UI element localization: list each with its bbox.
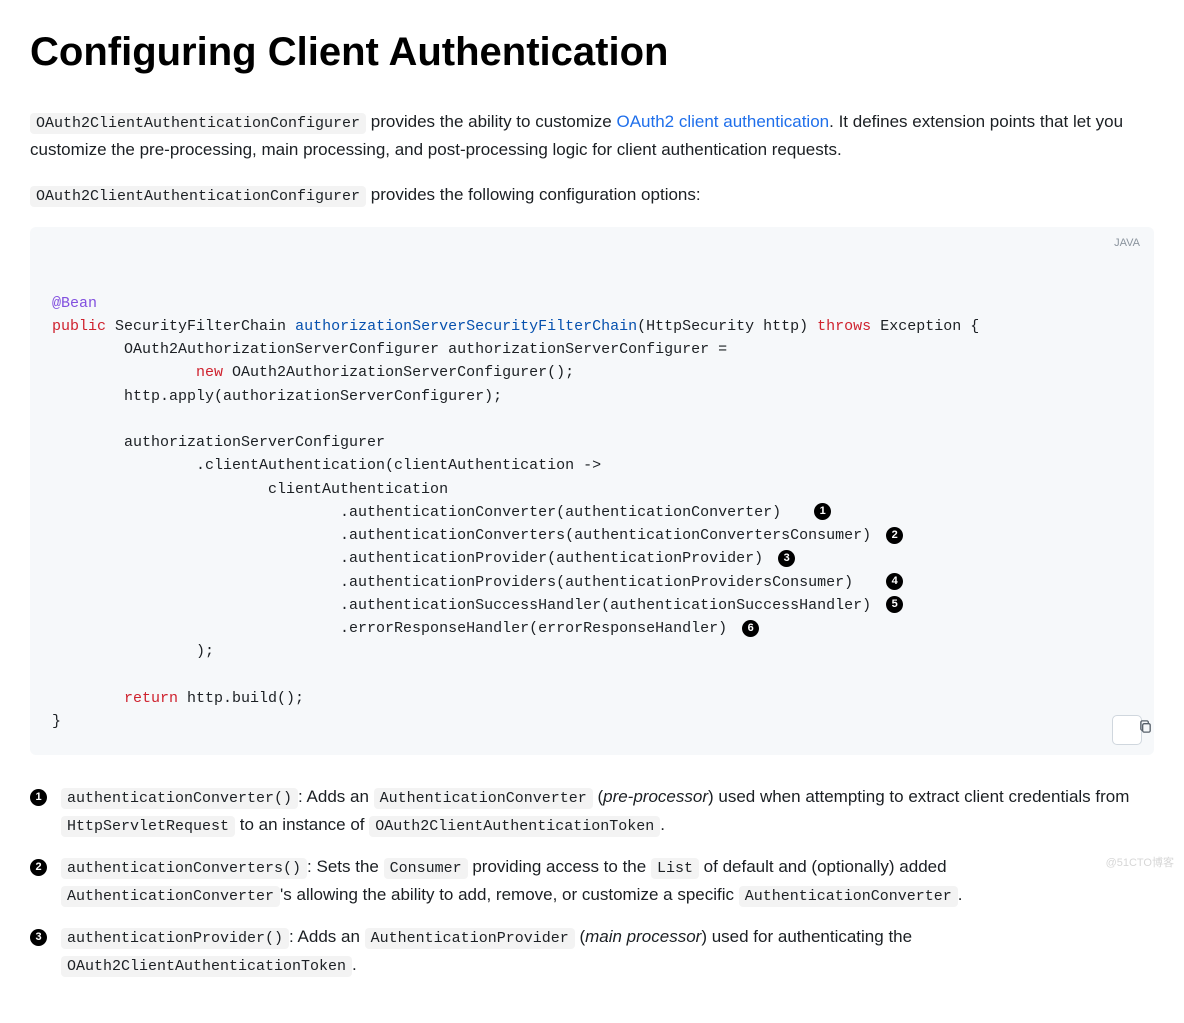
callout-text: authenticationProvider(): Adds an Authen… [61, 923, 1154, 979]
code-line: authorizationServerSecurityFilterChain [295, 318, 637, 335]
code-line: OAuth2AuthorizationServerConfigurer auth… [52, 341, 727, 358]
code-line: SecurityFilterChain [115, 318, 286, 335]
copy-button[interactable] [1112, 715, 1142, 745]
text: to an instance of [235, 815, 369, 834]
callout-badge-3: 3 [778, 550, 795, 567]
code-line: clientAuthentication [52, 481, 448, 498]
callout-badge-2: 2 [886, 527, 903, 544]
clipboard-icon [1102, 696, 1153, 756]
oauth2-client-auth-link[interactable]: OAuth2 client authentication [616, 112, 829, 131]
code-block: JAVA @Bean public SecurityFilterChain au… [30, 227, 1154, 755]
code-line: (HttpSecurity http) [637, 318, 808, 335]
code-token: AuthenticationProvider [365, 928, 575, 949]
code-kw: throws [808, 318, 880, 335]
code-line: authorizationServerConfigurer [52, 434, 385, 451]
code-token: OAuth2ClientAuthenticationConfigurer [30, 186, 366, 207]
callout-text: authenticationConverters(): Sets the Con… [61, 853, 1154, 909]
callout-badge-1: 1 [814, 503, 831, 520]
code-line: .authenticationProvider(authenticationPr… [52, 550, 772, 567]
code-line: http.apply(authorizationServerConfigurer… [52, 388, 502, 405]
text: provides the ability to customize [366, 112, 616, 131]
code-line: ); [52, 643, 214, 660]
code-token: OAuth2ClientAuthenticationToken [369, 816, 660, 837]
code-line: .clientAuthentication(clientAuthenticati… [52, 457, 601, 474]
text: . [958, 885, 963, 904]
callout-badge-5: 5 [886, 596, 903, 613]
text: ) used when attempting to extract client… [708, 787, 1129, 806]
watermark: @51CTO博客 [1106, 855, 1174, 873]
code-kw: return [124, 690, 178, 707]
code-token: authenticationConverter() [61, 788, 298, 809]
callout-list: 1 authenticationConverter(): Adds an Aut… [30, 783, 1154, 979]
emphasis: pre-processor [603, 787, 708, 806]
callout-badge-6: 6 [742, 620, 759, 637]
code-token: Consumer [384, 858, 468, 879]
callout-badge: 2 [30, 859, 47, 876]
text: : Adds an [298, 787, 374, 806]
callout-text: authenticationConverter(): Adds an Authe… [61, 783, 1154, 839]
code-kw: new [196, 364, 223, 381]
callout-badge-4: 4 [886, 573, 903, 590]
code-line: Exception { [880, 318, 979, 335]
code-line: .authenticationProviders(authenticationP… [52, 574, 880, 591]
text: . [660, 815, 665, 834]
code-line: } [52, 713, 61, 730]
code-token: authenticationConverters() [61, 858, 307, 879]
code-line: .authenticationSuccessHandler(authentica… [52, 597, 880, 614]
text: : Sets the [307, 857, 384, 876]
code-line: .authenticationConverter(authenticationC… [52, 504, 808, 521]
code-kw: public [52, 318, 106, 335]
callout-item: 1 authenticationConverter(): Adds an Aut… [30, 783, 1154, 839]
code-line: http.build(); [178, 690, 304, 707]
code-token: AuthenticationConverter [374, 788, 593, 809]
code-line: OAuth2AuthorizationServerConfigurer(); [223, 364, 574, 381]
text: ) used for authenticating the [701, 927, 912, 946]
callout-item: 2 authenticationConverters(): Sets the C… [30, 853, 1154, 909]
callout-badge: 3 [30, 929, 47, 946]
text: . [352, 955, 357, 974]
text: provides the following configuration opt… [366, 185, 701, 204]
intro-paragraph-1: OAuth2ClientAuthenticationConfigurer pro… [30, 108, 1154, 163]
intro-paragraph-2: OAuth2ClientAuthenticationConfigurer pro… [30, 181, 1154, 209]
code-token: HttpServletRequest [61, 816, 235, 837]
code-token: OAuth2ClientAuthenticationToken [61, 956, 352, 977]
code-token: AuthenticationConverter [739, 886, 958, 907]
text: of default and (optionally) added [699, 857, 947, 876]
code-token: authenticationProvider() [61, 928, 289, 949]
emphasis: main processor [585, 927, 701, 946]
text: ( [575, 927, 585, 946]
code-token: List [651, 858, 699, 879]
callout-item: 3 authenticationProvider(): Adds an Auth… [30, 923, 1154, 979]
page-title: Configuring Client Authentication [30, 20, 1154, 84]
code-language-label: JAVA [1114, 235, 1140, 252]
callout-badge: 1 [30, 789, 47, 806]
code-token: OAuth2ClientAuthenticationConfigurer [30, 113, 366, 134]
code-line: .authenticationConverters(authentication… [52, 527, 880, 544]
code-line: .errorResponseHandler(errorResponseHandl… [52, 620, 736, 637]
code-line [52, 690, 124, 707]
text: ( [593, 787, 603, 806]
text: 's allowing the ability to add, remove, … [280, 885, 739, 904]
code-line: @Bean [52, 295, 97, 312]
code-line [52, 364, 196, 381]
text: providing access to the [468, 857, 651, 876]
code-token: AuthenticationConverter [61, 886, 280, 907]
text: : Adds an [289, 927, 365, 946]
